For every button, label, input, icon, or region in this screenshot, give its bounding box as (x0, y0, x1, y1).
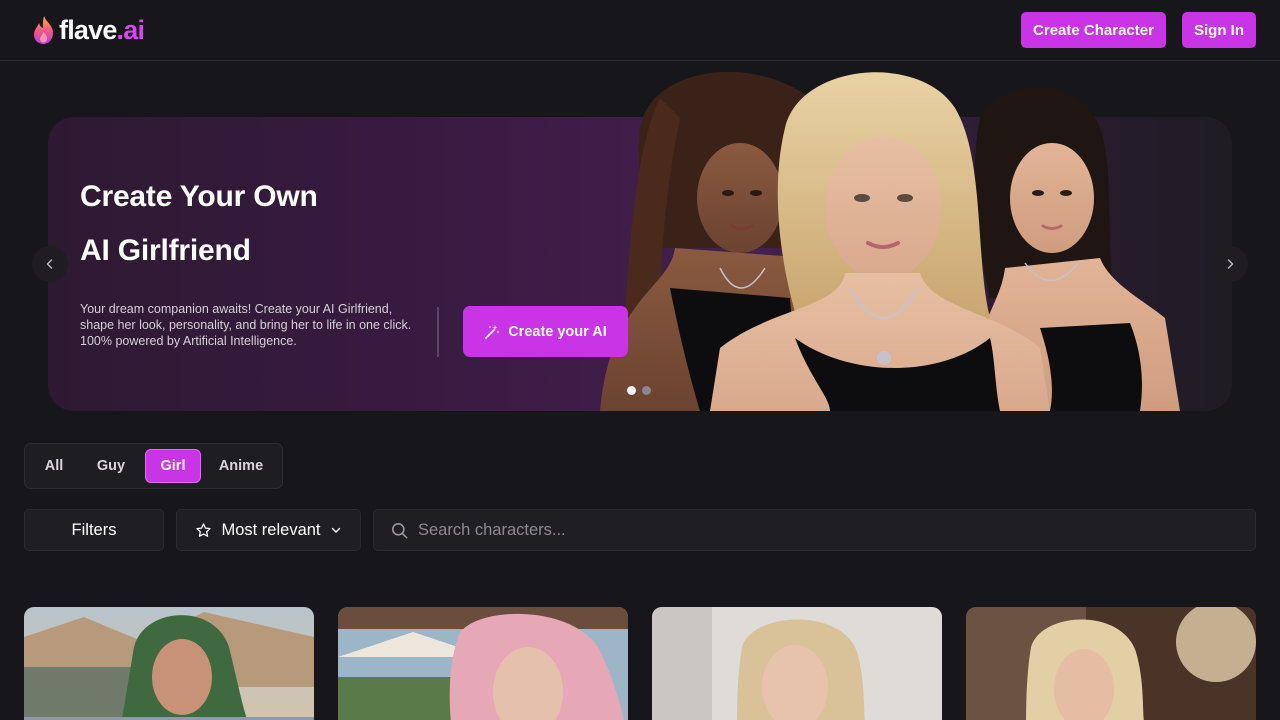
character-card[interactable] (24, 607, 314, 720)
character-card-image (652, 607, 942, 720)
sign-in-button[interactable]: Sign In (1182, 12, 1256, 48)
character-card[interactable] (338, 607, 628, 720)
chevron-down-icon (331, 527, 340, 533)
hero-title-line1: Create Your Own (80, 180, 318, 213)
chevron-right-icon (1227, 259, 1234, 269)
character-card-image (338, 607, 628, 720)
carousel-next-button[interactable] (1212, 246, 1248, 282)
character-card-image (966, 607, 1256, 720)
tab-anime[interactable]: Anime (207, 449, 275, 483)
hero-description: Your dream companion awaits! Create your… (80, 302, 412, 348)
sort-dropdown[interactable]: Most relevant (176, 509, 361, 551)
create-character-button[interactable]: Create Character (1021, 12, 1166, 48)
character-card-image (24, 607, 314, 720)
brand-logo[interactable]: flave.ai (32, 14, 145, 46)
character-card[interactable] (966, 607, 1256, 720)
top-bar: flave.ai Create Character Sign In (0, 0, 1280, 61)
hero-divider (437, 307, 439, 357)
carousel-prev-button[interactable] (32, 246, 68, 282)
create-your-ai-button[interactable]: Create your AI (463, 306, 628, 357)
carousel-dot-2[interactable] (642, 386, 651, 395)
sort-label: Most relevant (221, 520, 321, 539)
search-icon (391, 522, 408, 539)
tab-guy[interactable]: Guy (85, 449, 137, 483)
brand-name: flave.ai (59, 14, 145, 45)
flame-icon (34, 16, 53, 44)
category-tabs: All Guy Girl Anime (24, 443, 283, 489)
star-icon (196, 522, 212, 537)
create-your-ai-label: Create your AI (508, 323, 607, 340)
carousel-dots (627, 386, 651, 395)
tab-all[interactable]: All (31, 449, 77, 483)
magic-wand-icon (485, 324, 500, 339)
character-card[interactable] (652, 607, 942, 720)
hero-illustration (600, 58, 1180, 411)
carousel-dot-1[interactable] (627, 386, 636, 395)
chevron-left-icon (46, 259, 53, 269)
tab-girl[interactable]: Girl (145, 449, 201, 483)
hero-title-line2: AI Girlfriend (80, 234, 251, 267)
filters-button[interactable]: Filters (24, 509, 164, 551)
search-bar (373, 509, 1256, 551)
search-input[interactable] (418, 510, 1238, 550)
